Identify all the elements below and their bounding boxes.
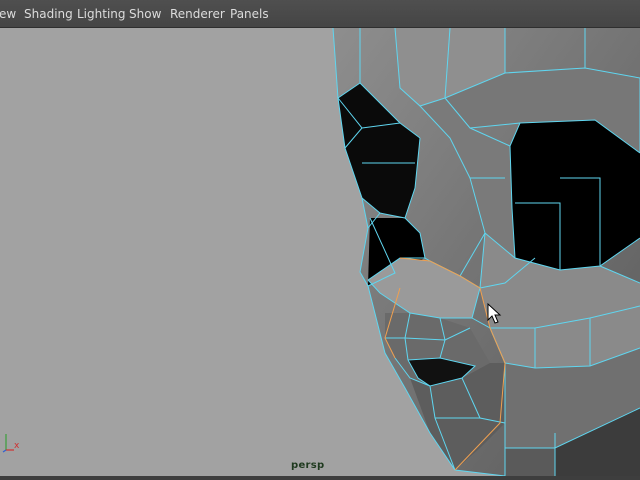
- camera-name-label: persp: [291, 460, 325, 471]
- axis-gizmo-icon: [2, 434, 14, 453]
- menu-panels[interactable]: Panels: [230, 7, 269, 21]
- menu-view[interactable]: ew: [0, 7, 16, 21]
- menu-renderer[interactable]: Renderer: [170, 7, 225, 21]
- perspective-viewport[interactable]: x y persp: [0, 28, 640, 476]
- menu-lighting[interactable]: Lighting: [77, 7, 126, 21]
- eye-socket: [510, 120, 640, 270]
- panel-bottom-border: [0, 476, 640, 480]
- maya-viewport-window: ew Shading Lighting Show Renderer Panels: [0, 0, 640, 480]
- axis-x-label: x: [14, 441, 20, 451]
- menu-show[interactable]: Show: [129, 7, 161, 21]
- menu-shading[interactable]: Shading: [24, 7, 73, 21]
- panel-menubar: ew Shading Lighting Show Renderer Panels: [0, 0, 640, 28]
- head-mesh-wireframe[interactable]: [0, 28, 640, 476]
